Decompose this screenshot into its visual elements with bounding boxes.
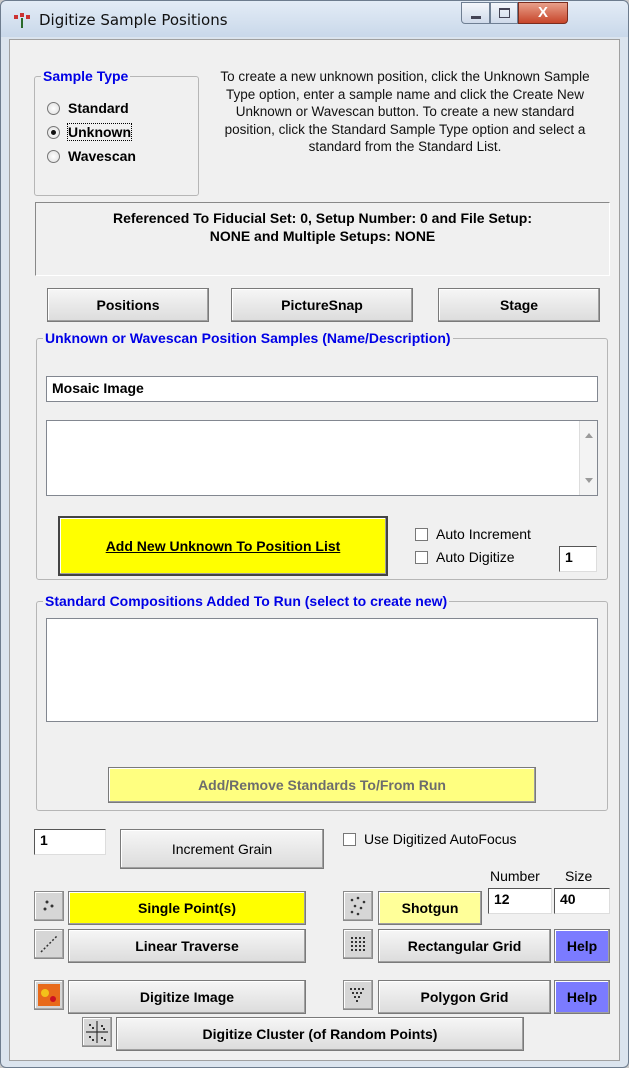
maximize-button[interactable]: [490, 2, 518, 24]
single-points-button[interactable]: Single Point(s): [68, 891, 306, 925]
positions-button[interactable]: Positions: [47, 288, 209, 322]
radio-unknown-indicator[interactable]: [47, 125, 60, 139]
shotgun-label: Shotgun: [401, 900, 459, 916]
auto-digitize-box[interactable]: [415, 550, 428, 564]
rectangular-grid-button[interactable]: Rectangular Grid: [378, 929, 551, 963]
digitize-window: Digitize Sample Positions X Sample Type …: [0, 0, 629, 1068]
digitize-image-button[interactable]: Digitize Image: [68, 980, 306, 1014]
shotgun-number-input[interactable]: 12: [488, 888, 552, 914]
grain-value: 1: [34, 829, 106, 855]
size-label: Size: [565, 868, 593, 884]
polygon-grid-button[interactable]: Polygon Grid: [378, 980, 551, 1014]
picturesnap-label: PictureSnap: [281, 297, 363, 313]
auto-increment-label: Auto Increment: [436, 526, 531, 542]
auto-increment-box[interactable]: [415, 527, 428, 541]
digitize-image-icon-button[interactable]: [34, 980, 64, 1010]
close-icon: X: [537, 4, 548, 21]
digitized-autofocus-box[interactable]: [343, 832, 356, 846]
close-button[interactable]: X: [518, 2, 568, 24]
radio-standard-label: Standard: [68, 100, 129, 116]
scroll-up-icon[interactable]: [585, 433, 593, 438]
stage-label: Stage: [499, 297, 539, 313]
rectangular-grid-icon: [351, 937, 365, 951]
radio-wavescan-indicator[interactable]: [47, 149, 60, 163]
picturesnap-button[interactable]: PictureSnap: [231, 288, 413, 322]
cluster-icon: [86, 1021, 108, 1043]
linear-traverse-icon: [40, 935, 58, 953]
polygon-grid-label: Polygon Grid: [420, 989, 509, 1005]
title-bar[interactable]: Digitize Sample Positions X: [1, 1, 628, 37]
sample-description-input[interactable]: [46, 420, 598, 496]
rectangular-grid-icon-button[interactable]: [343, 929, 373, 959]
linear-traverse-button[interactable]: Linear Traverse: [68, 929, 306, 963]
polygon-grid-help-label: Help: [566, 989, 598, 1005]
shotgun-icon-button[interactable]: [343, 891, 373, 921]
add-remove-standards-label: Add/Remove Standards To/From Run: [198, 777, 446, 793]
radio-standard[interactable]: Standard: [47, 100, 129, 116]
standards-group-legend: Standard Compositions Added To Run (sele…: [45, 593, 448, 609]
digitize-image-icon: [38, 984, 60, 1006]
dialog-body: Sample Type Standard Unknown Wavescan To…: [9, 39, 620, 1061]
window-title: Digitize Sample Positions: [39, 11, 228, 29]
sample-name-input[interactable]: Mosaic Image: [46, 376, 598, 402]
radio-unknown-label: Unknown: [67, 123, 132, 141]
polygon-grid-icon: [350, 988, 364, 1002]
add-new-unknown-label: Add New Unknown To Position List: [105, 538, 341, 554]
polygon-grid-help-button[interactable]: Help: [554, 980, 610, 1014]
radio-wavescan-label: Wavescan: [68, 148, 136, 164]
digitize-cluster-label: Digitize Cluster (of Random Points): [202, 1026, 438, 1042]
reference-line-1: Referenced To Fiducial Set: 0, Setup Num…: [112, 210, 533, 226]
linear-traverse-icon-button[interactable]: [34, 929, 64, 959]
rectangular-grid-help-label: Help: [566, 938, 598, 954]
minimize-icon: [471, 16, 481, 19]
radio-wavescan[interactable]: Wavescan: [47, 148, 136, 164]
instructions-text: To create a new unknown position, click …: [220, 69, 590, 154]
polygon-grid-icon-button[interactable]: [343, 980, 373, 1010]
description-scrollbar[interactable]: [579, 421, 597, 495]
maximize-icon: [499, 8, 510, 18]
reference-line-2: NONE and Multiple Setups: NONE: [209, 228, 436, 244]
app-icon: [14, 13, 30, 28]
positions-label: Positions: [96, 297, 160, 313]
sample-type-group: Sample Type Standard Unknown Wavescan: [34, 68, 199, 196]
radio-unknown[interactable]: Unknown: [47, 123, 132, 141]
digitized-autofocus-label: Use Digitized AutoFocus: [364, 831, 517, 847]
digitize-image-label: Digitize Image: [139, 989, 235, 1005]
reference-info: Referenced To Fiducial Set: 0, Setup Num…: [35, 202, 610, 276]
digitize-cluster-button[interactable]: Digitize Cluster (of Random Points): [116, 1017, 524, 1051]
number-label: Number: [490, 868, 540, 884]
single-point-icon: [43, 900, 54, 911]
scroll-down-icon[interactable]: [585, 478, 593, 483]
auto-digitize-checkbox[interactable]: Auto Digitize: [415, 549, 515, 565]
single-point-icon-button[interactable]: [34, 891, 64, 921]
minimize-button[interactable]: [461, 2, 490, 24]
radio-standard-indicator[interactable]: [47, 101, 60, 115]
unknown-group-legend: Unknown or Wavescan Position Samples (Na…: [45, 330, 451, 346]
shotgun-button[interactable]: Shotgun: [378, 891, 482, 925]
shotgun-icon: [350, 896, 366, 916]
auto-digitize-label: Auto Digitize: [436, 549, 515, 565]
single-points-label: Single Point(s): [138, 900, 236, 916]
add-new-unknown-button[interactable]: Add New Unknown To Position List: [58, 516, 388, 576]
linear-traverse-label: Linear Traverse: [135, 938, 239, 954]
sample-type-legend: Sample Type: [43, 68, 129, 84]
auto-digitize-count-input[interactable]: 1: [559, 546, 597, 572]
standards-list[interactable]: [46, 618, 598, 722]
shotgun-size-input[interactable]: 40: [554, 888, 610, 914]
rectangular-grid-label: Rectangular Grid: [407, 938, 522, 954]
rectangular-grid-help-button[interactable]: Help: [554, 929, 610, 963]
cluster-icon-button[interactable]: [82, 1017, 112, 1047]
digitized-autofocus-checkbox[interactable]: Use Digitized AutoFocus: [343, 831, 517, 847]
stage-button[interactable]: Stage: [438, 288, 600, 322]
auto-increment-checkbox[interactable]: Auto Increment: [415, 526, 531, 542]
add-remove-standards-button[interactable]: Add/Remove Standards To/From Run: [108, 767, 536, 803]
increment-grain-button[interactable]: Increment Grain: [120, 829, 324, 869]
increment-grain-label: Increment Grain: [171, 841, 273, 857]
